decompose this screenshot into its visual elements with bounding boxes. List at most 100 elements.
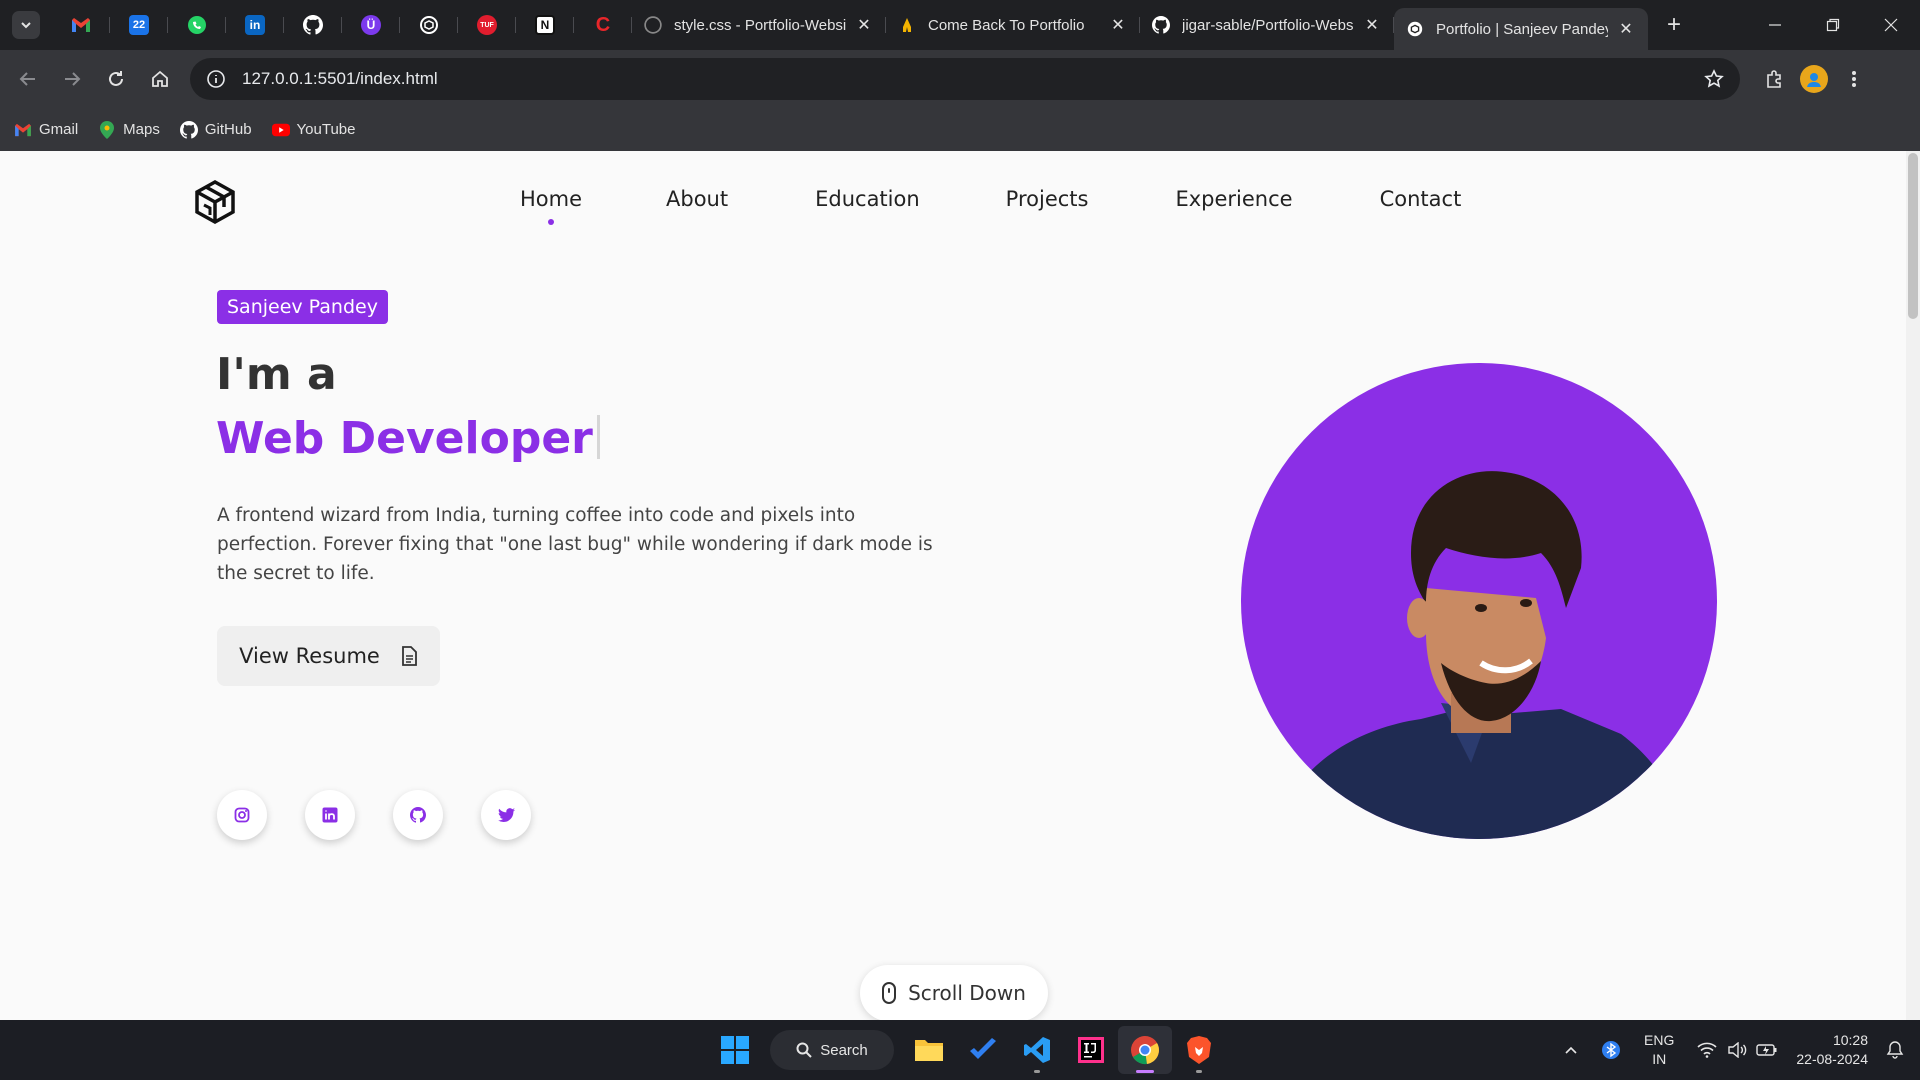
github-icon (644, 16, 662, 34)
pinned-tab-tuf[interactable]: TUF (458, 0, 516, 50)
profile-button[interactable] (1794, 57, 1834, 101)
battery-button[interactable] (1752, 1035, 1782, 1065)
main-nav: Home About Education Projects Experience… (520, 187, 1462, 225)
pinned-tab-linkedin[interactable]: in (226, 0, 284, 50)
bluetooth-button[interactable] (1596, 1035, 1626, 1065)
arrow-left-icon (19, 72, 35, 86)
twitter-icon (497, 808, 515, 822)
speaker-icon (1728, 1042, 1747, 1058)
tab-come-back[interactable]: Come Back To Portfolio ✕ (886, 0, 1140, 50)
github-icon (1152, 16, 1170, 34)
forward-button[interactable] (50, 57, 94, 101)
site-info-icon[interactable] (206, 69, 226, 89)
back-button[interactable] (6, 57, 50, 101)
site-logo[interactable] (192, 179, 238, 225)
view-resume-button[interactable]: View Resume (217, 626, 440, 686)
tab-search-button[interactable] (12, 11, 40, 39)
kebab-menu-icon (1852, 71, 1856, 87)
url-text[interactable]: 127.0.0.1:5501/index.html (242, 69, 1704, 89)
hero-greeting: I'm a (216, 349, 337, 400)
close-tab-icon[interactable]: ✕ (1362, 15, 1382, 35)
linkedin-icon (322, 807, 338, 823)
minimize-button[interactable] (1746, 0, 1804, 50)
home-button[interactable] (138, 57, 182, 101)
tab-portfolio-active[interactable]: Portfolio | Sanjeev Pandey ✕ (1394, 8, 1648, 50)
volume-button[interactable] (1722, 1035, 1752, 1065)
address-bar[interactable]: 127.0.0.1:5501/index.html (190, 58, 1740, 100)
brave-app[interactable] (1172, 1026, 1226, 1074)
reload-button[interactable] (94, 57, 138, 101)
linkedin-link[interactable] (305, 790, 355, 840)
pinned-tab-gmail[interactable] (52, 0, 110, 50)
arrow-right-icon (65, 72, 81, 86)
cube-logo-icon (195, 179, 235, 225)
close-tab-icon[interactable]: ✕ (854, 15, 874, 35)
tab-style-css[interactable]: style.css - Portfolio-Website ✕ (632, 0, 886, 50)
bookmarks-bar: Gmail Maps GitHub YouTube (0, 108, 1920, 151)
vscode-app[interactable] (1010, 1026, 1064, 1074)
bookmark-maps[interactable]: Maps (98, 120, 160, 139)
taskbar-search[interactable]: Search (770, 1030, 894, 1070)
scrollbar-thumb[interactable] (1908, 153, 1918, 319)
todo-app[interactable] (956, 1026, 1010, 1074)
wifi-button[interactable] (1692, 1035, 1722, 1065)
tab-strip: 22 in Ü TUF N C style.css - Portfolio-We… (0, 0, 1920, 50)
nav-projects[interactable]: Projects (1006, 187, 1089, 211)
pinned-tab-chatgpt[interactable] (400, 0, 458, 50)
resume-button-label: View Resume (239, 644, 380, 668)
taskbar-clock[interactable]: 10:28 22-08-2024 (1796, 1031, 1868, 1069)
notification-button[interactable] (1880, 1035, 1910, 1065)
pinned-tab-app[interactable]: Ü (342, 0, 400, 50)
restore-icon (1826, 18, 1840, 32)
vscode-icon (1024, 1037, 1050, 1063)
chevron-down-icon (21, 22, 31, 29)
codechef-icon: C (595, 13, 611, 36)
nav-about[interactable]: About (666, 187, 728, 211)
intellij-app[interactable] (1064, 1026, 1118, 1074)
extensions-button[interactable] (1754, 57, 1794, 101)
github-link[interactable] (393, 790, 443, 840)
show-hidden-icons-button[interactable] (1556, 1035, 1586, 1065)
close-window-button[interactable] (1862, 0, 1920, 50)
bookmark-youtube[interactable]: YouTube (271, 121, 356, 139)
close-tab-icon[interactable]: ✕ (1616, 19, 1636, 39)
nav-contact[interactable]: Contact (1380, 187, 1462, 211)
menu-button[interactable] (1834, 57, 1874, 101)
new-tab-button[interactable]: + (1656, 7, 1692, 43)
windows-icon (721, 1036, 749, 1064)
app-icon: Ü (361, 15, 381, 35)
avatar-icon (1800, 65, 1828, 93)
chrome-icon (1131, 1036, 1159, 1065)
pinned-tab-codechef[interactable]: C (574, 0, 632, 50)
bookmark-label: Gmail (39, 121, 79, 138)
pinned-tab-notion[interactable]: N (516, 0, 574, 50)
chatgpt-icon (420, 16, 438, 34)
bookmark-github[interactable]: GitHub (179, 120, 252, 139)
scroll-down-button[interactable]: Scroll Down (860, 965, 1048, 1020)
language-code: ENG (1644, 1032, 1675, 1048)
search-icon (796, 1042, 812, 1058)
nav-experience[interactable]: Experience (1175, 187, 1292, 211)
bookmark-star-icon[interactable] (1704, 69, 1724, 89)
nav-home[interactable]: Home (520, 187, 582, 225)
file-explorer-app[interactable] (902, 1026, 956, 1074)
pinned-tab-calendar[interactable]: 22 (110, 0, 168, 50)
chrome-app[interactable] (1118, 1026, 1172, 1074)
language-indicator[interactable]: ENG IN (1644, 1031, 1674, 1069)
whatsapp-icon (188, 16, 206, 34)
pinned-tab-github[interactable] (284, 0, 342, 50)
start-button[interactable] (708, 1026, 762, 1074)
restore-button[interactable] (1804, 0, 1862, 50)
taskbar-apps: Search (708, 1020, 1226, 1080)
close-tab-icon[interactable]: ✕ (1108, 15, 1128, 35)
toolbar-right (1754, 57, 1874, 101)
tab-jigar-sable[interactable]: jigar-sable/Portfolio-Website ✕ (1140, 0, 1394, 50)
instagram-link[interactable] (217, 790, 267, 840)
role-text: Web Developer (216, 413, 593, 464)
pinned-tab-whatsapp[interactable] (168, 0, 226, 50)
twitter-link[interactable] (481, 790, 531, 840)
page-scrollbar[interactable] (1906, 151, 1920, 1020)
bookmark-gmail[interactable]: Gmail (14, 121, 78, 139)
profile-photo (1217, 339, 1741, 863)
nav-education[interactable]: Education (815, 187, 920, 211)
